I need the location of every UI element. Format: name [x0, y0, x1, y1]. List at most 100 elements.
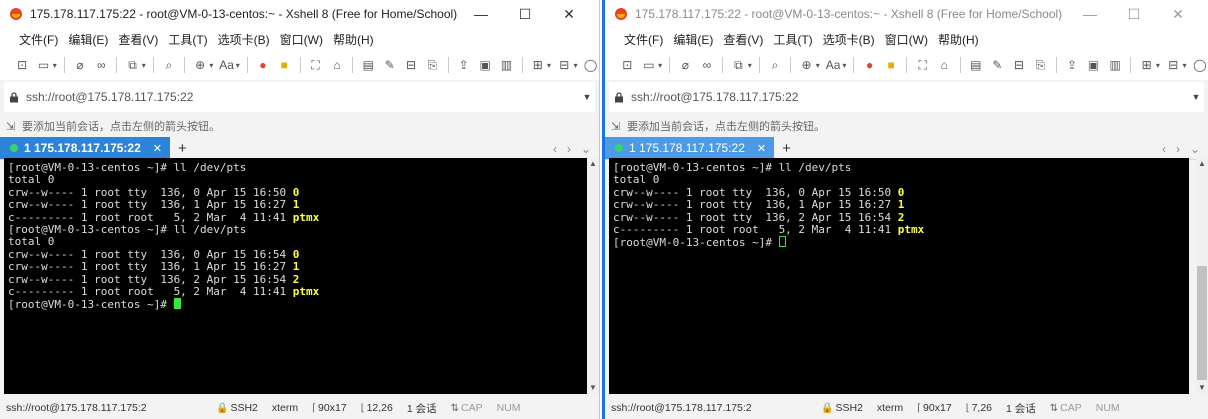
- minimize-button[interactable]: —: [459, 0, 503, 28]
- vertical-scrollbar[interactable]: ▲ ▼: [587, 158, 599, 394]
- menu-edit[interactable]: 编辑(E): [668, 31, 718, 48]
- chevron-down-icon[interactable]: ▾: [816, 61, 820, 70]
- font-icon[interactable]: Aa: [825, 56, 842, 74]
- address-bar[interactable]: ssh://root@175.178.117.175:22 ▼: [609, 82, 1204, 112]
- title-bar[interactable]: 175.178.117.175:22 - root@VM-0-13-centos…: [0, 0, 599, 28]
- menu-tab[interactable]: 选项卡(B): [213, 31, 275, 48]
- xftp-icon[interactable]: ■: [883, 56, 900, 74]
- chevron-down-icon[interactable]: ▾: [209, 61, 213, 70]
- lock-icon[interactable]: ⌂: [936, 56, 953, 74]
- transfer-icon[interactable]: ⇪: [1064, 56, 1081, 74]
- close-button[interactable]: ✕: [1156, 0, 1200, 28]
- close-tab-icon[interactable]: ✕: [153, 142, 162, 155]
- split-icon[interactable]: ⊟: [556, 56, 572, 74]
- chevron-down-icon[interactable]: ▼: [579, 92, 595, 102]
- menu-tab[interactable]: 选项卡(B): [818, 31, 880, 48]
- tab-icon[interactable]: ⊞: [1138, 56, 1155, 74]
- close-tab-icon[interactable]: ✕: [757, 142, 766, 155]
- menu-view[interactable]: 查看(V): [718, 31, 768, 48]
- chevron-down-icon[interactable]: ▾: [1183, 61, 1187, 70]
- scroll-down-icon[interactable]: ▼: [587, 382, 599, 394]
- bookmark-add-icon[interactable]: ⇲: [611, 120, 625, 133]
- chevron-right-icon[interactable]: ›: [567, 142, 571, 156]
- menu-view[interactable]: 查看(V): [113, 31, 163, 48]
- chevron-down-icon[interactable]: ⌄: [581, 142, 591, 156]
- vertical-scrollbar[interactable]: ▲ ▼: [1196, 158, 1208, 394]
- status-sessions[interactable]: 1 会话: [407, 401, 437, 416]
- chevron-down-icon[interactable]: ▼: [1188, 92, 1204, 102]
- log-icon[interactable]: ▣: [1085, 56, 1102, 74]
- bookmark-add-icon[interactable]: ⇲: [6, 120, 20, 133]
- status-sessions[interactable]: 1 会话: [1006, 401, 1036, 416]
- globe-icon[interactable]: ⊕: [798, 56, 815, 74]
- terminal-output[interactable]: [root@VM-0-13-centos ~]# ll /dev/pts tota…: [609, 158, 1189, 394]
- chevron-down-icon[interactable]: ▾: [573, 61, 577, 70]
- scroll-up-icon[interactable]: ▲: [587, 158, 599, 170]
- copy-icon[interactable]: ⧉: [730, 56, 747, 74]
- minimize-button[interactable]: —: [1068, 0, 1112, 28]
- menu-tools[interactable]: 工具(T): [768, 31, 817, 48]
- chevron-down-icon[interactable]: ▾: [547, 61, 551, 70]
- chevron-down-icon[interactable]: ▾: [53, 61, 57, 70]
- address-input[interactable]: ssh://root@175.178.117.175:22: [631, 90, 1188, 104]
- maximize-button[interactable]: ☐: [503, 0, 547, 28]
- maximize-button[interactable]: ☐: [1112, 0, 1156, 28]
- new-session-icon[interactable]: ⊡: [14, 56, 30, 74]
- chevron-left-icon[interactable]: ‹: [553, 142, 557, 156]
- tab-session-1[interactable]: 1 175.178.117.175:22 ✕: [605, 137, 775, 159]
- help-icon[interactable]: ◯: [1192, 56, 1208, 74]
- log-icon[interactable]: ▣: [477, 56, 493, 74]
- menu-edit[interactable]: 编辑(E): [63, 31, 113, 48]
- menu-tools[interactable]: 工具(T): [163, 31, 212, 48]
- menu-file[interactable]: 文件(F): [14, 31, 63, 48]
- search-icon[interactable]: ⌕: [767, 56, 784, 74]
- add-tab-icon[interactable]: +: [774, 140, 799, 157]
- fullscreen-icon[interactable]: ⛶: [914, 56, 931, 74]
- close-button[interactable]: ✕: [547, 0, 591, 28]
- tab-session-1[interactable]: 1 175.178.117.175:22 ✕: [0, 137, 170, 159]
- compose-icon[interactable]: ✎: [381, 56, 397, 74]
- macro-icon[interactable]: ⎘: [1032, 56, 1049, 74]
- chevron-down-icon[interactable]: ▾: [658, 61, 662, 70]
- xshell-icon[interactable]: ●: [255, 56, 271, 74]
- xshell-icon[interactable]: ●: [861, 56, 878, 74]
- add-tab-icon[interactable]: +: [170, 140, 195, 157]
- lock-icon[interactable]: ⌂: [329, 56, 345, 74]
- xftp-icon[interactable]: ■: [276, 56, 292, 74]
- menu-window[interactable]: 窗口(W): [880, 31, 933, 48]
- script-icon[interactable]: ⊟: [1011, 56, 1028, 74]
- chevron-down-icon[interactable]: ⌄: [1190, 142, 1200, 156]
- chevron-down-icon[interactable]: ▾: [1156, 61, 1160, 70]
- chevron-right-icon[interactable]: ›: [1176, 142, 1180, 156]
- keyboard-icon[interactable]: ▤: [360, 56, 376, 74]
- layout-icon[interactable]: ▥: [1107, 56, 1124, 74]
- menu-file[interactable]: 文件(F): [619, 31, 668, 48]
- scroll-up-icon[interactable]: ▲: [1196, 158, 1208, 170]
- script-icon[interactable]: ⊟: [403, 56, 419, 74]
- macro-icon[interactable]: ⎘: [424, 56, 440, 74]
- menu-help[interactable]: 帮助(H): [933, 31, 984, 48]
- menu-help[interactable]: 帮助(H): [328, 31, 379, 48]
- scrollbar-thumb[interactable]: [1197, 266, 1207, 380]
- globe-icon[interactable]: ⊕: [192, 56, 208, 74]
- menu-window[interactable]: 窗口(W): [275, 31, 328, 48]
- link-icon[interactable]: ∞: [699, 56, 716, 74]
- new-session-icon[interactable]: ⊡: [619, 56, 636, 74]
- disconnect-icon[interactable]: ⌀: [677, 56, 694, 74]
- chevron-down-icon[interactable]: ▾: [842, 61, 846, 70]
- copy-icon[interactable]: ⧉: [124, 56, 140, 74]
- address-bar[interactable]: ssh://root@175.178.117.175:22 ▼: [4, 82, 595, 112]
- help-icon[interactable]: ◯: [582, 56, 598, 74]
- open-folder-icon[interactable]: ▭: [35, 56, 51, 74]
- transfer-icon[interactable]: ⇪: [456, 56, 472, 74]
- tab-icon[interactable]: ⊞: [530, 56, 546, 74]
- font-icon[interactable]: Aa: [218, 56, 234, 74]
- chevron-left-icon[interactable]: ‹: [1162, 142, 1166, 156]
- open-folder-icon[interactable]: ▭: [641, 56, 658, 74]
- layout-icon[interactable]: ▥: [498, 56, 514, 74]
- disconnect-icon[interactable]: ⌀: [72, 56, 88, 74]
- search-icon[interactable]: ⌕: [161, 56, 177, 74]
- chevron-down-icon[interactable]: ▾: [142, 61, 146, 70]
- link-icon[interactable]: ∞: [93, 56, 109, 74]
- title-bar[interactable]: 175.178.117.175:22 - root@VM-0-13-centos…: [605, 0, 1208, 28]
